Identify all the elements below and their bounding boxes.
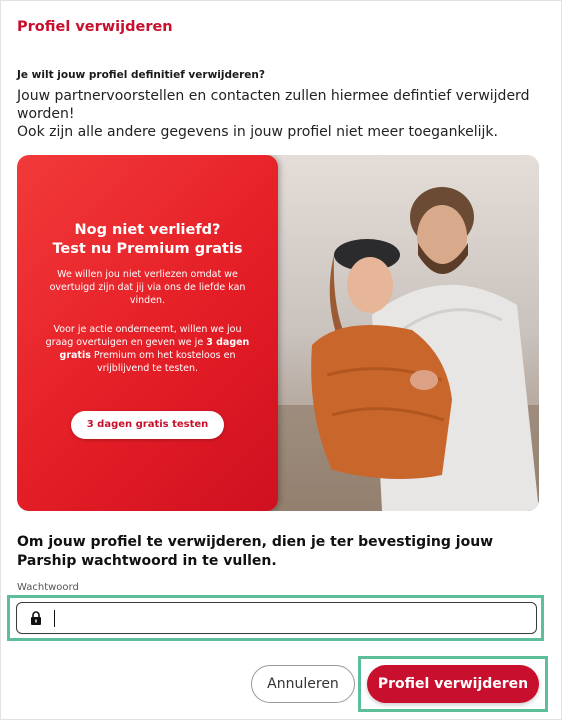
confirm-question: Je wilt jouw profiel definitief verwijde… [17, 69, 265, 81]
password-label: Wachtwoord [17, 582, 79, 593]
warning-description: Jouw partnervoorstellen en contacten zul… [17, 87, 542, 141]
warning-line-1: Jouw partnervoorstellen en contacten zul… [17, 88, 530, 122]
couple-photo [272, 155, 539, 511]
premium-promo-banner: Nog niet verliefd? Test nu Premium grati… [17, 155, 539, 511]
dialog-title: Profiel verwijderen [17, 19, 173, 35]
promo-paragraph-2-after: Premium om het kosteloos en vrijblijvend… [90, 350, 236, 374]
cancel-button[interactable]: Annuleren [251, 665, 355, 703]
promo-headline-line2: Test nu Premium gratis [52, 241, 243, 257]
promo-headline-line1: Nog niet verliefd? [74, 222, 221, 238]
password-instruction: Om jouw profiel te verwijderen, dien je … [17, 534, 494, 569]
premium-offer-card: Nog niet verliefd? Test nu Premium grati… [17, 155, 278, 511]
password-field[interactable] [16, 602, 537, 634]
try-premium-button[interactable]: 3 dagen gratis testen [71, 411, 224, 439]
delete-profile-button[interactable]: Profiel verwijderen [367, 665, 539, 703]
warning-line-2: Ook zijn alle andere gegevens in jouw pr… [17, 124, 498, 140]
promo-paragraph-2: Voor je actie onderneemt, willen we jou … [39, 323, 256, 375]
text-cursor [54, 610, 55, 627]
lock-icon [31, 611, 41, 625]
promo-paragraph-1: We willen jou niet verliezen omdat we ov… [49, 269, 246, 306]
promo-headline: Nog niet verliefd? Test nu Premium grati… [17, 221, 278, 259]
